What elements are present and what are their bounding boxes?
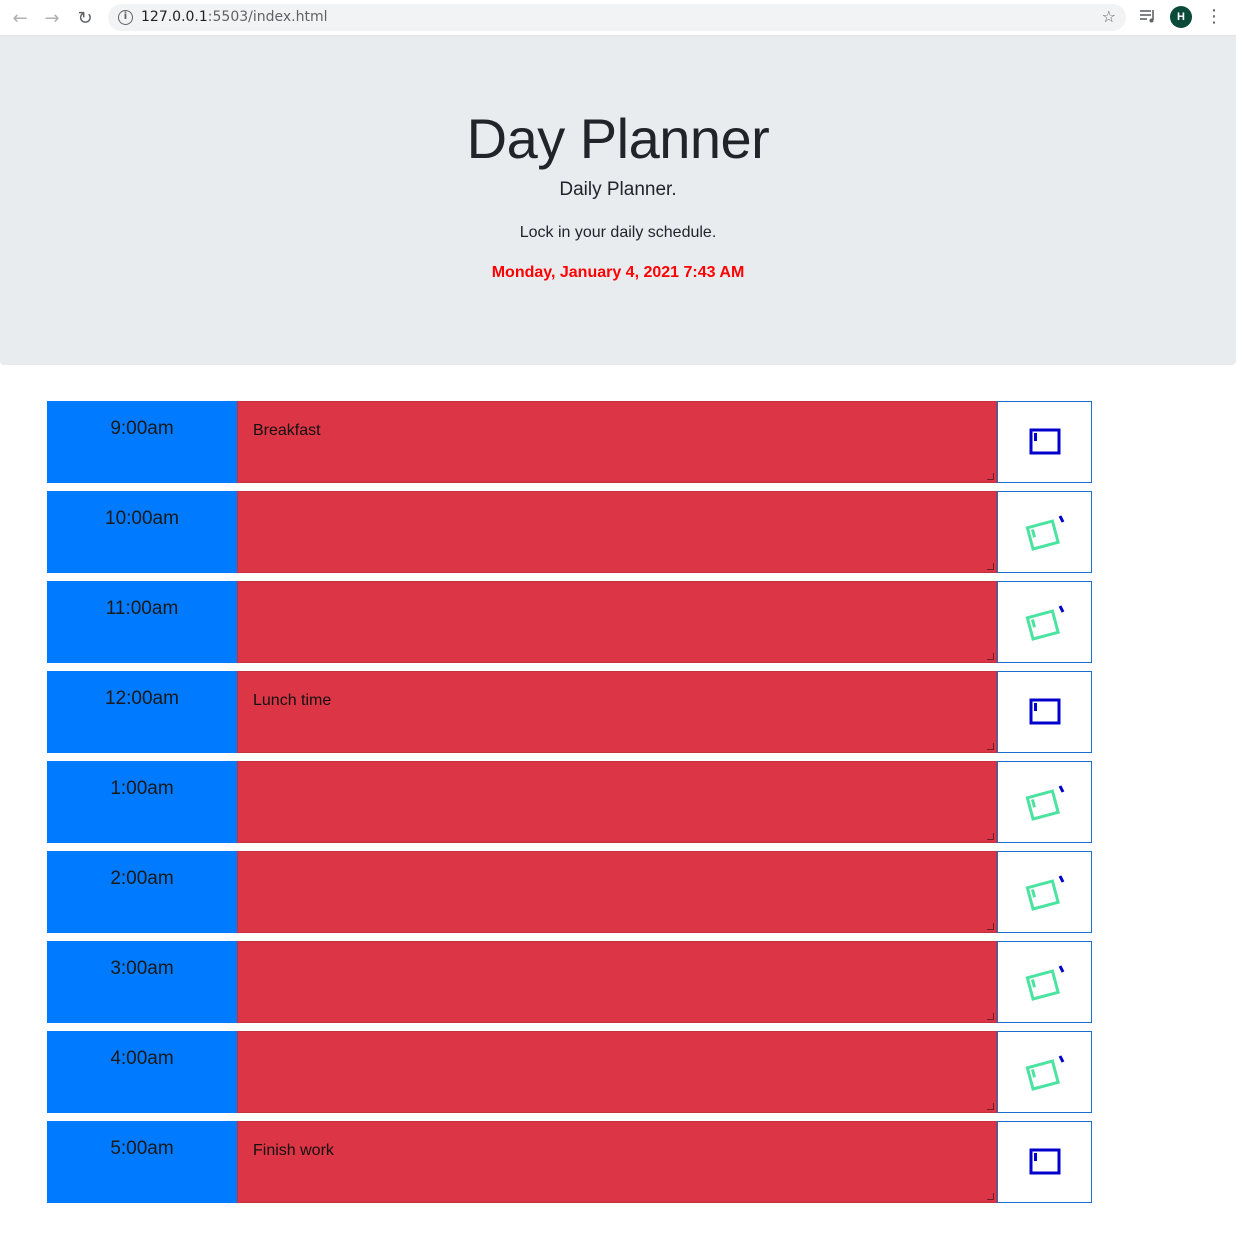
save-pending-icon — [1023, 512, 1067, 552]
save-pending-icon — [1023, 1052, 1067, 1092]
hour-label: 4:00am — [47, 1031, 237, 1113]
time-block-row: 2:00am — [47, 851, 1092, 933]
tagline: Lock in your daily schedule. — [519, 224, 717, 241]
hour-label: 11:00am — [47, 581, 237, 663]
hour-label: 2:00am — [47, 851, 237, 933]
save-pending-icon — [1023, 872, 1067, 912]
save-pending-icon — [1023, 962, 1067, 1002]
lead-text: Daily Planner. — [559, 179, 677, 200]
description-textarea[interactable] — [237, 1031, 997, 1113]
time-block-row: 5:00am Finish work — [47, 1121, 1092, 1203]
media-queue-icon[interactable] — [1139, 7, 1157, 25]
save-button[interactable] — [997, 671, 1092, 753]
description-textarea[interactable] — [237, 581, 997, 663]
time-block-row: 12:00am Lunch time — [47, 671, 1092, 753]
schedule-container: 9:00am Breakfast 10:00am 11:00am 12:00am Lunc… — [47, 401, 1092, 1211]
resize-handle[interactable] — [987, 563, 994, 570]
description-text: Lunch time — [253, 692, 332, 709]
address-bar[interactable]: i 127.0.0.1:5503/index.html ☆ — [108, 4, 1126, 31]
floppy-disk-icon — [1029, 427, 1061, 457]
save-button[interactable] — [997, 761, 1092, 843]
resize-handle[interactable] — [987, 653, 994, 660]
description-textarea[interactable] — [237, 491, 997, 573]
back-arrow-icon[interactable]: ← — [7, 5, 33, 31]
save-button[interactable] — [997, 1031, 1092, 1113]
current-day: Monday, January 4, 2021 7:43 AM — [491, 264, 745, 281]
description-textarea[interactable] — [237, 761, 997, 843]
resize-handle[interactable] — [987, 1193, 994, 1200]
time-block-row: 9:00am Breakfast — [47, 401, 1092, 483]
resize-handle[interactable] — [987, 833, 994, 840]
save-button[interactable] — [997, 491, 1092, 573]
hour-label: 10:00am — [47, 491, 237, 573]
url-host: 127.0.0.1 — [141, 9, 208, 25]
description-textarea[interactable]: Breakfast — [237, 401, 997, 483]
time-block-row: 1:00am — [47, 761, 1092, 843]
save-button[interactable] — [997, 851, 1092, 933]
profile-avatar[interactable]: H — [1170, 6, 1192, 28]
description-textarea[interactable] — [237, 941, 997, 1023]
reload-icon[interactable]: ↻ — [72, 5, 98, 31]
jumbotron: Day Planner Daily Planner. Lock in your … — [0, 36, 1236, 365]
save-pending-icon — [1023, 782, 1067, 822]
url-path: :5503/index.html — [207, 9, 328, 25]
save-button[interactable] — [997, 941, 1092, 1023]
url-text[interactable]: 127.0.0.1:5503/index.html — [141, 9, 328, 25]
resize-handle[interactable] — [987, 1013, 994, 1020]
bookmark-star-icon[interactable]: ☆ — [1102, 7, 1116, 26]
time-block-row: 4:00am — [47, 1031, 1092, 1113]
page-title: Day Planner — [466, 107, 770, 170]
description-text: Finish work — [253, 1142, 334, 1159]
description-textarea[interactable]: Finish work — [237, 1121, 997, 1203]
resize-handle[interactable] — [987, 923, 994, 930]
hour-label: 1:00am — [47, 761, 237, 843]
description-text: Breakfast — [253, 422, 321, 439]
save-button[interactable] — [997, 401, 1092, 483]
time-block-row: 11:00am — [47, 581, 1092, 663]
hour-label: 3:00am — [47, 941, 237, 1023]
time-block-row: 10:00am — [47, 491, 1092, 573]
hour-label: 5:00am — [47, 1121, 237, 1203]
save-button[interactable] — [997, 581, 1092, 663]
floppy-disk-icon — [1029, 697, 1061, 727]
info-icon[interactable]: i — [118, 10, 133, 25]
save-button[interactable] — [997, 1121, 1092, 1203]
description-textarea[interactable] — [237, 851, 997, 933]
description-textarea[interactable]: Lunch time — [237, 671, 997, 753]
hour-label: 12:00am — [47, 671, 237, 753]
resize-handle[interactable] — [987, 743, 994, 750]
save-pending-icon — [1023, 602, 1067, 642]
resize-handle[interactable] — [987, 1103, 994, 1110]
browser-toolbar: ← → ↻ i 127.0.0.1:5503/index.html ☆ H ⋮ — [0, 0, 1236, 36]
forward-arrow-icon[interactable]: → — [39, 5, 65, 31]
resize-handle[interactable] — [987, 473, 994, 480]
floppy-disk-icon — [1029, 1147, 1061, 1177]
more-menu-icon[interactable]: ⋮ — [1204, 6, 1224, 30]
time-block-row: 3:00am — [47, 941, 1092, 1023]
hour-label: 9:00am — [47, 401, 237, 483]
